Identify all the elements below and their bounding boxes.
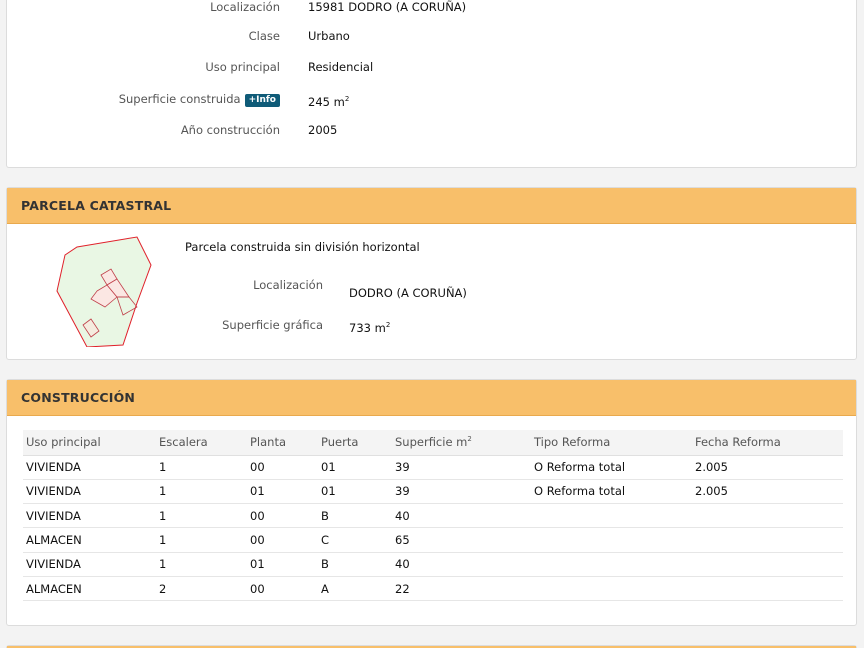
cell-puerta: B bbox=[318, 503, 392, 529]
row-superficie-construida: Superficie construida +Info 245 m2 bbox=[7, 90, 856, 111]
table-row: ALMACEN 2 00 A 22 bbox=[23, 576, 843, 602]
cell-uso-principal: ALMACEN bbox=[23, 527, 156, 553]
cell-uso-principal: VIVIENDA bbox=[23, 503, 156, 529]
superficie-construida-value: 245 m2 bbox=[308, 90, 349, 111]
parcela-superficie-label: Superficie gráfica bbox=[222, 318, 323, 332]
row-uso-principal: Uso principal Residencial bbox=[7, 58, 856, 76]
table-row: VIVIENDA 1 00 01 39 O Reforma total 2.005 bbox=[23, 455, 843, 480]
cell-superficie: 39 bbox=[392, 479, 531, 505]
cell-puerta: 01 bbox=[318, 479, 392, 505]
parcela-superficie-number: 733 m bbox=[349, 321, 386, 335]
table-row: ALMACEN 1 00 C 65 bbox=[23, 527, 843, 553]
cell-tipo-reforma: O Reforma total bbox=[531, 455, 692, 480]
cell-planta: 01 bbox=[247, 479, 318, 505]
cell-escalera: 1 bbox=[156, 527, 247, 553]
cell-puerta: B bbox=[318, 552, 392, 577]
cell-puerta: C bbox=[318, 527, 392, 553]
clase-label: Clase bbox=[248, 29, 280, 43]
col-superficie-text: Superficie m bbox=[395, 435, 468, 450]
cell-superficie: 65 bbox=[392, 527, 531, 553]
table-row: VIVIENDA 1 00 B 40 bbox=[23, 503, 843, 529]
cell-puerta: 01 bbox=[318, 455, 392, 480]
cell-superficie: 22 bbox=[392, 576, 531, 602]
parcela-superficie-sup: 2 bbox=[385, 321, 391, 329]
cell-puerta: A bbox=[318, 576, 392, 602]
superficie-construida-label-text: Superficie construida bbox=[118, 92, 241, 106]
parcela-localizacion-label: Localización bbox=[253, 278, 323, 292]
cell-planta: 00 bbox=[247, 455, 318, 480]
construccion-panel: CONSTRUCCIÓN Uso principal Escalera Plan… bbox=[6, 379, 857, 626]
row-localizacion: Localización 15981 DODRO (A CORUÑA) bbox=[7, 0, 856, 16]
cell-fecha-reforma bbox=[692, 576, 843, 602]
construccion-table: Uso principal Escalera Planta Puerta Sup… bbox=[23, 430, 843, 602]
col-uso-principal: Uso principal bbox=[23, 430, 156, 456]
cell-planta: 00 bbox=[247, 527, 318, 553]
cell-fecha-reforma bbox=[692, 503, 843, 529]
cell-uso-principal: VIVIENDA bbox=[23, 479, 156, 505]
cell-escalera: 1 bbox=[156, 455, 247, 480]
superficie-construida-label: Superficie construida +Info bbox=[0, 90, 280, 108]
cell-superficie: 39 bbox=[392, 455, 531, 480]
more-info-badge[interactable]: +Info bbox=[244, 94, 280, 107]
cell-tipo-reforma bbox=[531, 576, 692, 602]
clase-value: Urbano bbox=[308, 29, 350, 43]
col-superficie: Superficie m2 bbox=[392, 430, 531, 456]
cell-fecha-reforma: 2.005 bbox=[692, 455, 843, 480]
cell-planta: 00 bbox=[247, 576, 318, 602]
table-row: VIVIENDA 1 01 01 39 O Reforma total 2.005 bbox=[23, 479, 843, 505]
cell-escalera: 1 bbox=[156, 552, 247, 577]
cell-superficie: 40 bbox=[392, 552, 531, 577]
ano-construccion-value: 2005 bbox=[308, 123, 338, 137]
cell-uso-principal: ALMACEN bbox=[23, 576, 156, 602]
ano-construccion-label: Año construcción bbox=[180, 123, 280, 137]
cell-tipo-reforma: O Reforma total bbox=[531, 479, 692, 505]
row-clase: Clase Urbano bbox=[7, 27, 856, 45]
superficie-construida-number: 245 m bbox=[308, 95, 345, 109]
parcela-superficie-value: 733 m2 bbox=[349, 317, 390, 336]
table-header-row: Uso principal Escalera Planta Puerta Sup… bbox=[23, 430, 843, 456]
cell-fecha-reforma bbox=[692, 527, 843, 553]
cell-planta: 00 bbox=[247, 503, 318, 529]
cell-tipo-reforma bbox=[531, 527, 692, 553]
col-planta: Planta bbox=[247, 430, 318, 456]
table-row: VIVIENDA 1 01 B 40 bbox=[23, 552, 843, 577]
cell-tipo-reforma bbox=[531, 552, 692, 577]
parcela-localizacion-value: DODRO (A CORUÑA) bbox=[349, 286, 467, 300]
uso-principal-label: Uso principal bbox=[205, 60, 280, 74]
cell-uso-principal: VIVIENDA bbox=[23, 552, 156, 577]
localizacion-label: Localización bbox=[210, 0, 280, 14]
parcela-title: PARCELA CATASTRAL bbox=[7, 188, 856, 224]
cell-escalera: 1 bbox=[156, 503, 247, 529]
cell-tipo-reforma bbox=[531, 503, 692, 529]
col-escalera: Escalera bbox=[156, 430, 247, 456]
col-puerta: Puerta bbox=[318, 430, 392, 456]
cell-fecha-reforma: 2.005 bbox=[692, 479, 843, 505]
cell-escalera: 2 bbox=[156, 576, 247, 602]
parcela-description: Parcela construida sin división horizont… bbox=[185, 240, 420, 254]
construccion-title: CONSTRUCCIÓN bbox=[7, 380, 856, 416]
col-tipo-reforma: Tipo Reforma bbox=[531, 430, 692, 456]
cell-superficie: 40 bbox=[392, 503, 531, 529]
row-ano-construccion: Año construcción 2005 bbox=[7, 121, 856, 139]
col-superficie-sup: 2 bbox=[467, 435, 472, 444]
inmueble-panel: Localización 15981 DODRO (A CORUÑA) Clas… bbox=[6, 0, 857, 168]
cell-fecha-reforma bbox=[692, 552, 843, 577]
uso-principal-value: Residencial bbox=[308, 60, 374, 74]
localizacion-value: 15981 DODRO (A CORUÑA) bbox=[308, 0, 467, 14]
cell-escalera: 1 bbox=[156, 479, 247, 505]
parcela-panel: PARCELA CATASTRAL Parcela construida sin… bbox=[6, 187, 857, 360]
superficie-construida-unit-sup: 2 bbox=[344, 95, 350, 103]
col-fecha-reforma: Fecha Reforma bbox=[692, 430, 843, 456]
cell-uso-principal: VIVIENDA bbox=[23, 455, 156, 480]
construccion-table-body: VIVIENDA 1 00 01 39 O Reforma total 2.005 VIVIE… bbox=[23, 455, 843, 602]
cell-planta: 01 bbox=[247, 552, 318, 577]
